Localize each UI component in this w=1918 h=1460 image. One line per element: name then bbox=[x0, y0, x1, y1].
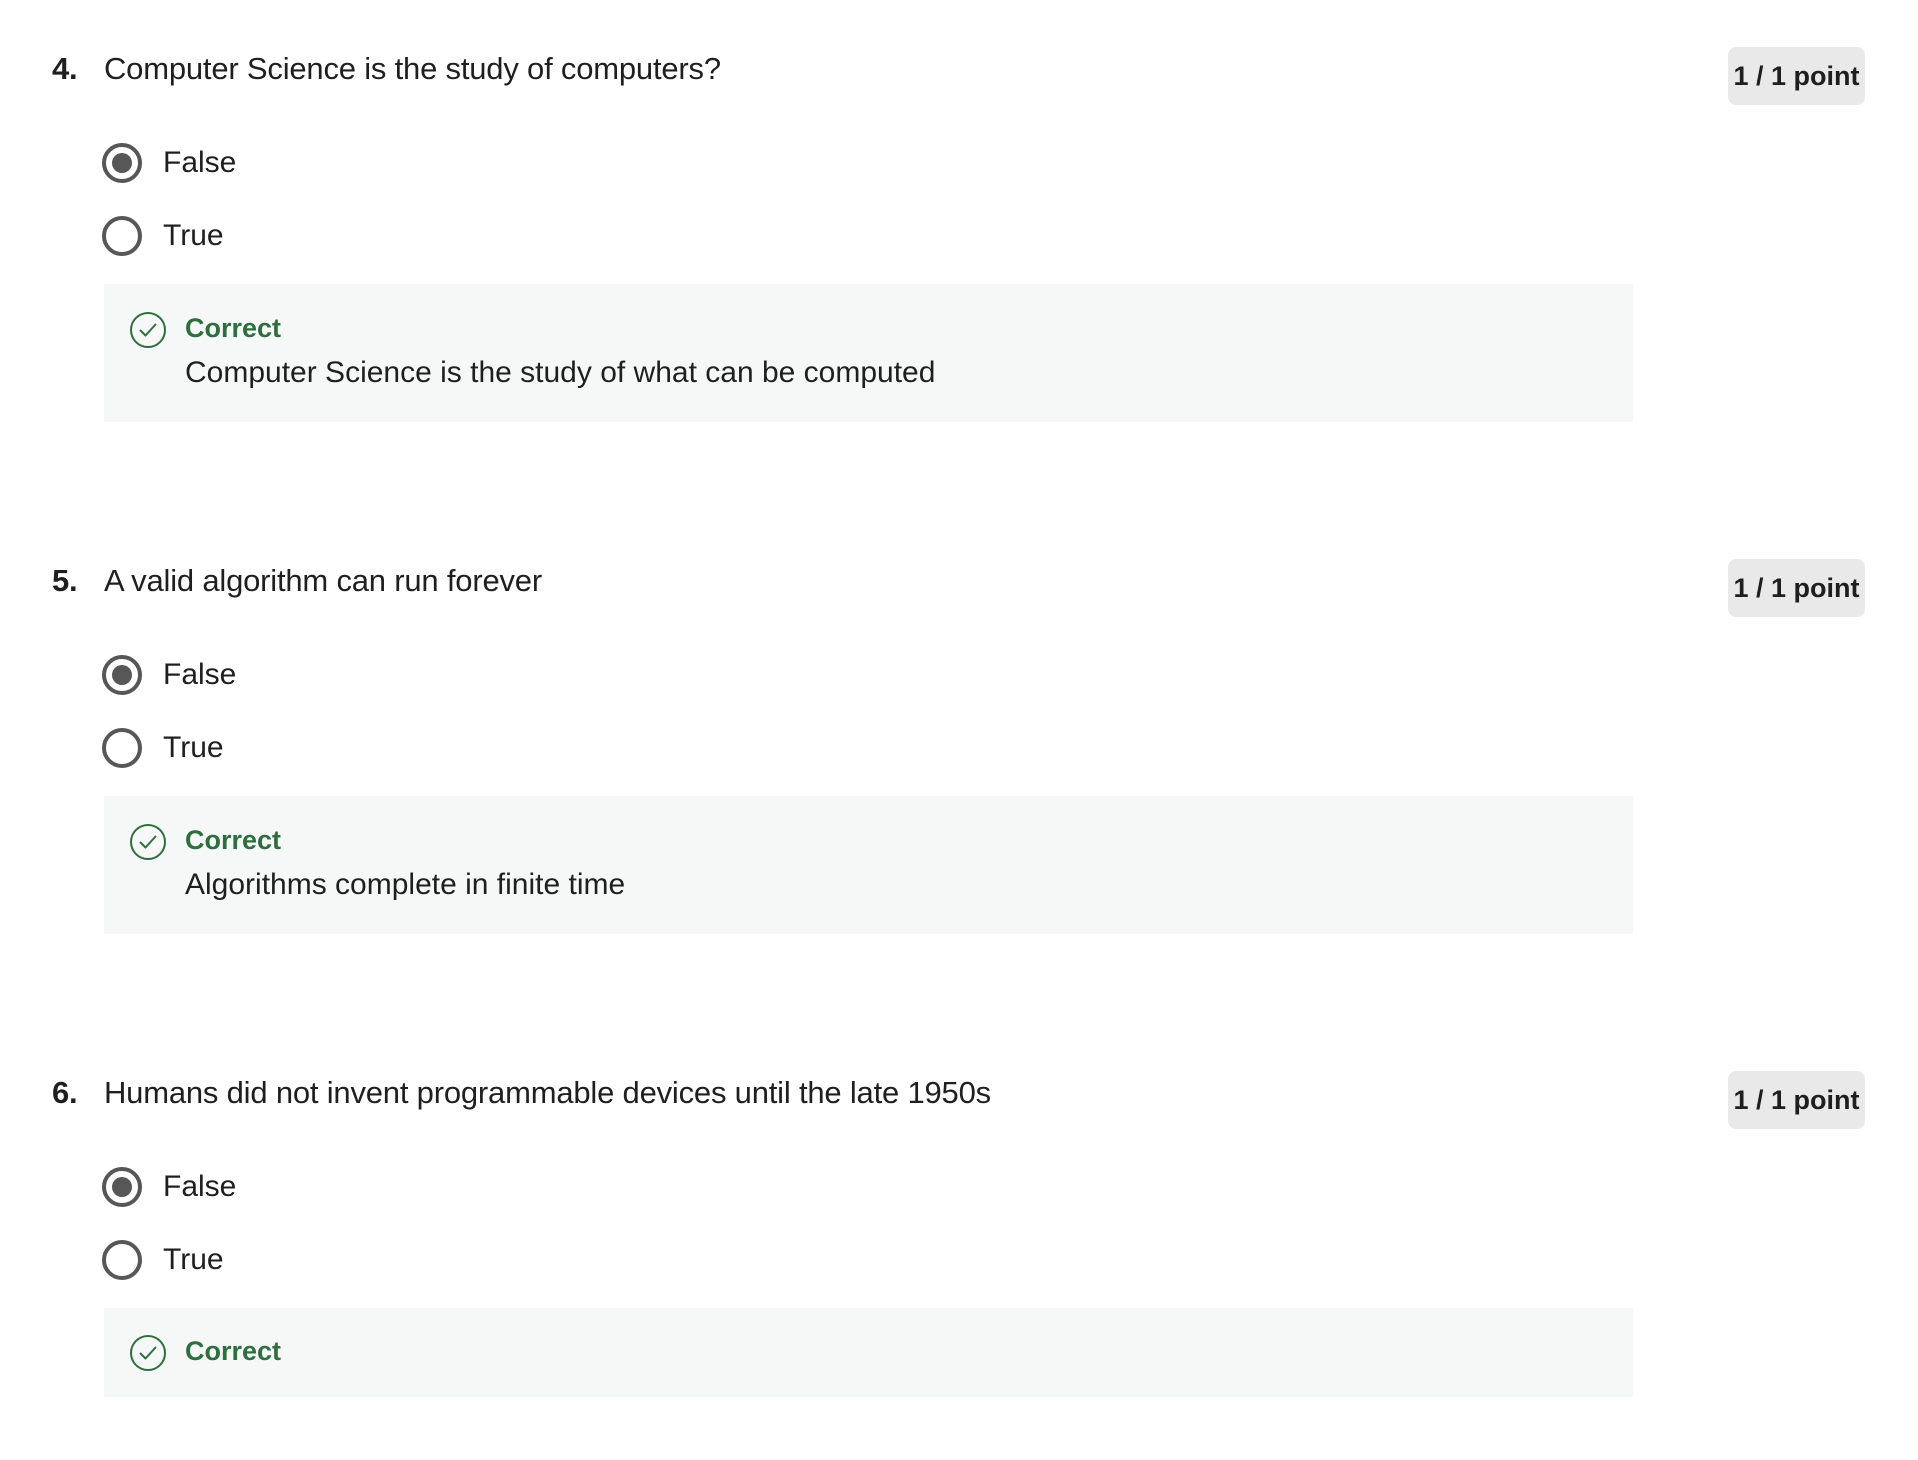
feedback-box: Correct bbox=[104, 1308, 1633, 1397]
question-text: A valid algorithm can run forever bbox=[104, 563, 542, 598]
points-badge: 1 / 1 point bbox=[1728, 559, 1865, 617]
option-true[interactable]: True bbox=[102, 212, 224, 260]
option-true[interactable]: True bbox=[102, 724, 224, 772]
feedback-box: Correct Algorithms complete in finite ti… bbox=[104, 796, 1633, 934]
feedback-explanation: Computer Science is the study of what ca… bbox=[185, 356, 936, 389]
option-label: False bbox=[163, 658, 237, 691]
feedback-status: Correct bbox=[185, 313, 282, 343]
radio-selected-icon[interactable] bbox=[102, 1167, 142, 1207]
points-badge: 1 / 1 point bbox=[1728, 47, 1865, 105]
radio-unselected-icon[interactable] bbox=[102, 1240, 142, 1280]
question-text: Computer Science is the study of compute… bbox=[104, 51, 721, 86]
option-false[interactable]: False bbox=[102, 139, 236, 187]
question-number: 5. bbox=[52, 563, 78, 598]
check-circle-icon bbox=[130, 312, 166, 348]
option-false[interactable]: False bbox=[102, 651, 236, 699]
feedback-box: Correct Computer Science is the study of… bbox=[104, 284, 1633, 422]
feedback-status: Correct bbox=[185, 1336, 282, 1366]
feedback-explanation: Algorithms complete in finite time bbox=[185, 868, 626, 901]
radio-unselected-icon[interactable] bbox=[102, 728, 142, 768]
question-header: 6. Humans did not invent programmable de… bbox=[52, 1063, 991, 1123]
check-circle-icon bbox=[130, 1335, 166, 1371]
option-label: False bbox=[163, 146, 237, 179]
question-number: 4. bbox=[52, 51, 78, 86]
option-label: True bbox=[163, 1243, 224, 1276]
question-text: Humans did not invent programmable devic… bbox=[104, 1075, 991, 1110]
option-label: False bbox=[163, 1170, 237, 1203]
quiz-results-page: 4. Computer Science is the study of comp… bbox=[0, 0, 1918, 1460]
option-label: True bbox=[163, 731, 224, 764]
question-header: 5. A valid algorithm can run forever bbox=[52, 551, 542, 611]
option-true[interactable]: True bbox=[102, 1236, 224, 1284]
radio-unselected-icon[interactable] bbox=[102, 216, 142, 256]
check-circle-icon bbox=[130, 824, 166, 860]
option-label: True bbox=[163, 219, 224, 252]
question-header: 4. Computer Science is the study of comp… bbox=[52, 39, 721, 99]
option-false[interactable]: False bbox=[102, 1163, 236, 1211]
radio-selected-icon[interactable] bbox=[102, 143, 142, 183]
radio-selected-icon[interactable] bbox=[102, 655, 142, 695]
question-number: 6. bbox=[52, 1075, 78, 1110]
feedback-status: Correct bbox=[185, 825, 282, 855]
points-badge: 1 / 1 point bbox=[1728, 1071, 1865, 1129]
